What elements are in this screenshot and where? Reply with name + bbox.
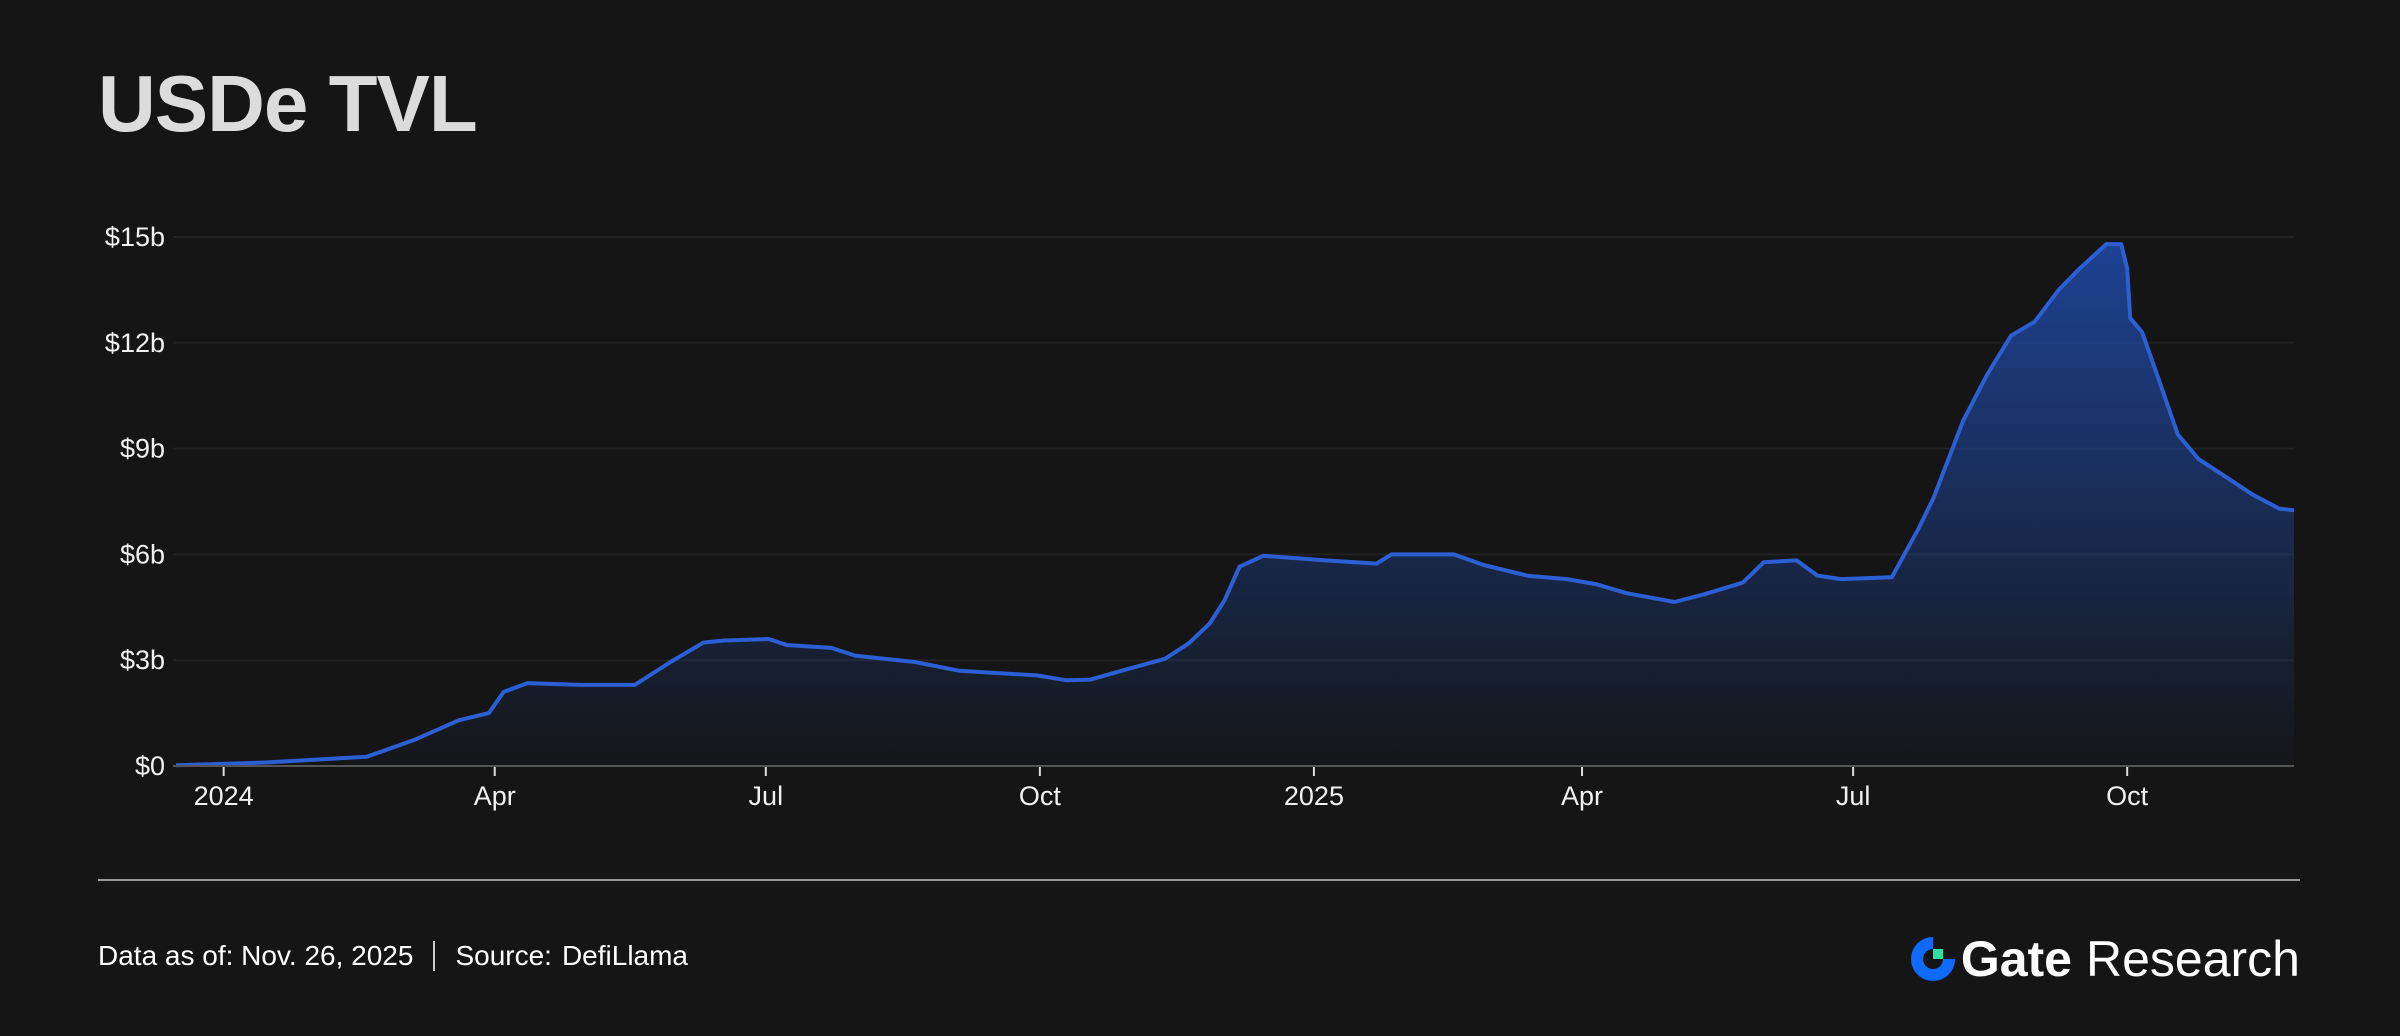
- footer: Data as of: Nov. 26, 2025 Source: DefiLl…: [98, 940, 688, 972]
- y-tick-label: $6b: [120, 539, 165, 569]
- x-tick-label: 2024: [194, 781, 254, 811]
- gate-logo-icon: [1910, 937, 1955, 981]
- logo-brand: Gate: [1960, 931, 2072, 987]
- footer-separator: [433, 941, 436, 971]
- source-name: DefiLlama: [561, 940, 689, 971]
- y-tick-label: $3b: [120, 645, 165, 675]
- x-tick-label: 2025: [1284, 781, 1344, 811]
- data-as-of: Data as of: Nov. 26, 2025: [98, 940, 414, 971]
- y-tick-label: $9b: [120, 434, 165, 464]
- x-tick-label: Oct: [2106, 781, 2149, 811]
- x-tick-label: Apr: [474, 781, 516, 811]
- y-tick-label: $0: [135, 751, 165, 781]
- x-tick-label: Jul: [749, 781, 784, 811]
- x-axis: 2024 Apr Jul Oct 2025 Apr Jul Oct: [194, 766, 2149, 811]
- source-label: Source:: [455, 940, 552, 971]
- gate-research-logo: Gate Research: [1909, 930, 2300, 988]
- x-tick-label: Oct: [1019, 781, 1062, 811]
- y-tick-label: $15b: [105, 222, 165, 252]
- tvl-area: [175, 244, 2294, 767]
- x-tick-label: Jul: [1836, 781, 1871, 811]
- y-tick-label: $12b: [105, 328, 165, 358]
- x-tick-label: Apr: [1561, 781, 1603, 811]
- footer-divider: [98, 879, 2300, 881]
- logo-suffix: Research: [2086, 931, 2300, 987]
- y-axis: $0 $3b $6b $9b $12b $15b: [105, 222, 165, 781]
